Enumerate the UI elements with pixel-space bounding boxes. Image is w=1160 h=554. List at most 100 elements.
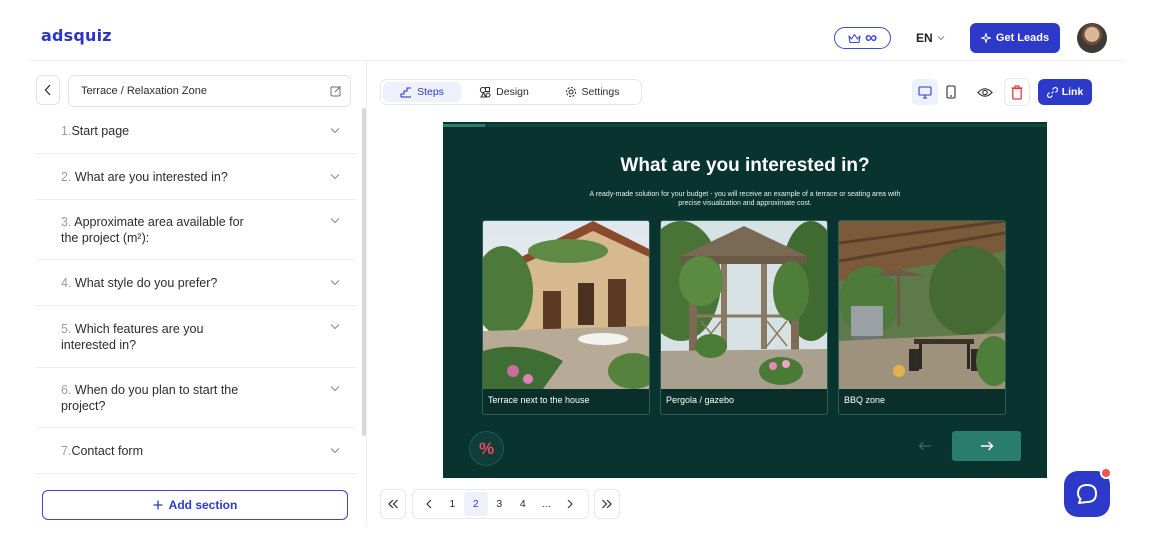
step-item-timeline[interactable]: 6. When do you plan to start the project…	[36, 368, 356, 428]
pergola-image	[661, 221, 827, 389]
option-label: Pergola / gazebo	[666, 395, 735, 405]
steps-sidebar: Terrace / Relaxation Zone 1.Start page 2…	[30, 61, 366, 527]
step-label: 1.Start page	[61, 123, 129, 139]
step-title: What are you interested in?	[74, 169, 228, 184]
get-leads-label: Get Leads	[995, 32, 1050, 44]
tab-design-label: Design	[496, 86, 529, 98]
plan-badge[interactable]: ∞	[834, 27, 891, 49]
step-title: When do you plan to start the project?	[61, 382, 239, 413]
step-item-features[interactable]: 5. Which features are you interested in?	[36, 306, 356, 368]
quiz-title: Terrace / Relaxation Zone	[81, 85, 207, 97]
get-leads-button[interactable]: Get Leads	[970, 23, 1060, 53]
step-item-interests[interactable]: 2. What are you interested in?	[36, 154, 356, 200]
link-button[interactable]: Link	[1038, 79, 1092, 105]
editor-tabs: Steps Design Settings	[380, 79, 642, 105]
plus-icon	[153, 500, 163, 510]
avatar[interactable]	[1077, 23, 1107, 53]
chevron-down-icon	[330, 218, 340, 224]
desktop-icon	[918, 85, 932, 99]
app-logo[interactable]: adsquiz	[41, 26, 112, 45]
step-number: 4.	[61, 275, 72, 290]
previous-step-button[interactable]	[913, 434, 937, 458]
chevrons-left-icon	[388, 499, 398, 509]
page-1[interactable]: 1	[441, 492, 465, 516]
option-label: Terrace next to the house	[488, 395, 590, 405]
percent-icon: %	[478, 438, 495, 458]
add-section-button[interactable]: Add section	[42, 490, 348, 520]
step-title: Start page	[71, 123, 130, 138]
edit-icon[interactable]	[330, 85, 342, 97]
prev-page-button[interactable]	[417, 492, 441, 516]
page-2[interactable]: 2	[464, 492, 488, 516]
step-label: 6. When do you plan to start the project…	[61, 382, 246, 414]
step-title: Contact form	[71, 443, 143, 458]
language-select[interactable]: EN	[910, 26, 951, 50]
pagination: 1 2 3 4 ...	[412, 489, 589, 519]
trash-icon	[1011, 84, 1023, 100]
step-title: What style do you prefer?	[74, 275, 218, 290]
quiz-preview: What are you interested in? A ready-made…	[443, 122, 1047, 478]
chevron-down-icon	[330, 324, 340, 330]
step-title: Approximate area available for the proje…	[61, 214, 244, 245]
preview-tools: Link	[912, 78, 1092, 106]
chevron-down-icon	[330, 279, 340, 285]
mobile-view-button[interactable]	[938, 79, 964, 105]
step-item-area[interactable]: 3. Approximate area available for the pr…	[36, 200, 356, 260]
sidebar-scrollbar[interactable]	[362, 108, 366, 436]
chevron-down-icon	[330, 127, 340, 133]
chevron-down-icon	[330, 173, 340, 179]
progress-bar	[443, 124, 486, 127]
last-page-button[interactable]	[594, 489, 620, 519]
preview-button[interactable]	[972, 79, 998, 105]
page-3[interactable]: 3	[488, 492, 512, 516]
chat-icon	[1077, 484, 1097, 504]
tab-settings[interactable]: Settings	[547, 82, 637, 102]
question-title: What are you interested in?	[620, 155, 870, 176]
terrace-image	[483, 221, 649, 389]
tab-settings-label: Settings	[581, 86, 620, 98]
link-label: Link	[1061, 86, 1084, 98]
step-title: Which features are you interested in?	[61, 321, 204, 352]
desktop-view-button[interactable]	[912, 79, 938, 105]
quiz-title-field[interactable]: Terrace / Relaxation Zone	[68, 75, 351, 107]
tab-design[interactable]: Design	[461, 82, 547, 102]
step-number: 1.	[61, 123, 72, 138]
tab-steps-label: Steps	[417, 86, 444, 98]
back-button[interactable]	[36, 75, 60, 105]
next-page-button[interactable]	[558, 492, 582, 516]
first-page-button[interactable]	[380, 489, 406, 519]
next-step-button[interactable]	[952, 431, 1021, 461]
chevron-down-icon	[330, 447, 340, 453]
step-number: 7.	[61, 443, 72, 458]
page-ellipsis: ...	[541, 498, 551, 510]
step-item-contact[interactable]: 7.Contact form	[36, 428, 356, 474]
chevron-down-icon	[330, 386, 340, 392]
mobile-icon	[946, 85, 956, 99]
tab-steps[interactable]: Steps	[383, 82, 461, 102]
step-label: 4. What style do you prefer?	[61, 275, 217, 291]
option-card-terrace[interactable]: Terrace next to the house	[482, 220, 650, 415]
option-card-pergola[interactable]: Pergola / gazebo	[660, 220, 828, 415]
crown-icon	[848, 33, 861, 43]
steps-list: 1.Start page 2. What are you interested …	[36, 108, 356, 474]
step-item-style[interactable]: 4. What style do you prefer?	[36, 260, 356, 306]
question-description: A ready-made solution for your budget - …	[589, 191, 901, 207]
chevrons-right-icon	[602, 499, 612, 509]
eye-icon	[977, 87, 993, 97]
arrow-right-icon	[980, 441, 993, 451]
arrow-left-icon	[918, 441, 931, 451]
chevron-right-icon	[567, 499, 573, 509]
steps-icon	[400, 87, 412, 98]
chevron-left-icon	[425, 499, 432, 509]
step-label: 7.Contact form	[61, 443, 143, 459]
notification-badge	[1100, 467, 1112, 479]
step-number: 2.	[61, 169, 72, 184]
step-number: 3.	[61, 214, 72, 229]
step-item-start-page[interactable]: 1.Start page	[36, 108, 356, 154]
option-card-bbq[interactable]: BBQ zone	[838, 220, 1006, 415]
page-4[interactable]: 4	[511, 492, 535, 516]
discount-badge[interactable]: %	[469, 431, 504, 466]
delete-button[interactable]	[1004, 78, 1030, 106]
sidebar-divider	[366, 60, 367, 526]
language-value: EN	[916, 31, 933, 45]
